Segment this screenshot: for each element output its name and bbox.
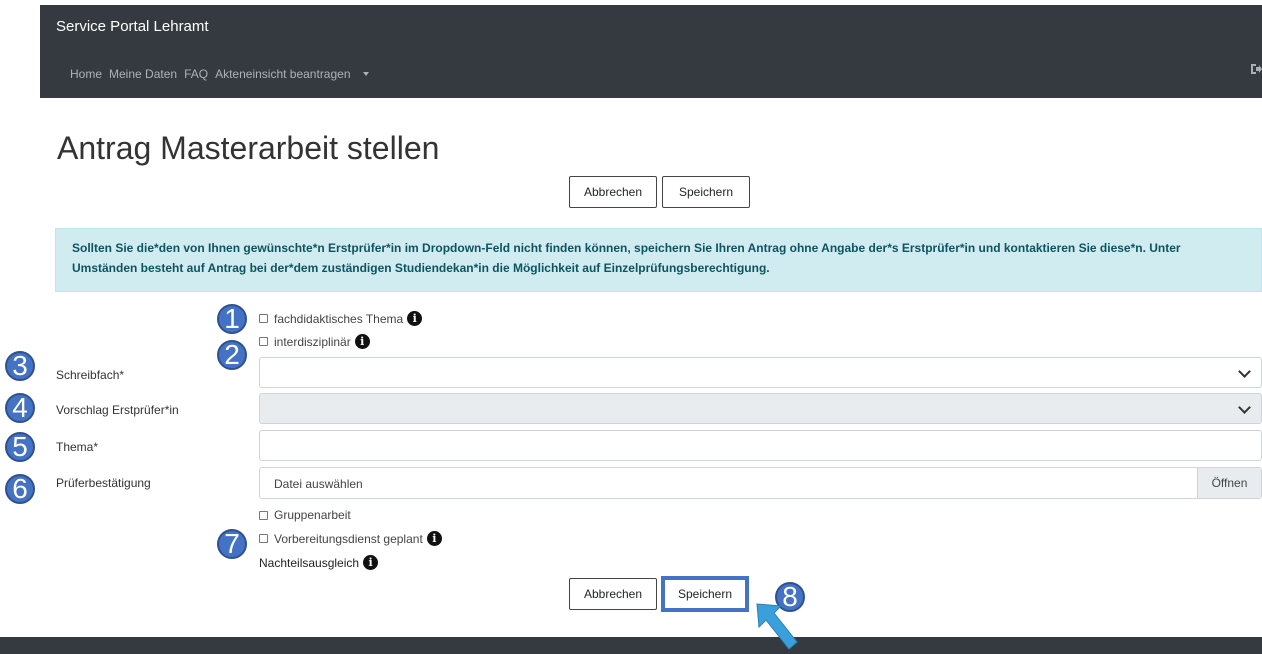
vorbereitungsdienst-checkbox-row[interactable]: Vorbereitungsdienst geplant i	[259, 531, 442, 546]
save-button-top[interactable]: Speichern	[662, 176, 750, 208]
top-navbar: Service Portal Lehramt Home Meine Daten …	[40, 5, 1262, 98]
pruefer-label: Prüferbestätigung	[56, 476, 151, 490]
erstpruefer-label: Vorschlag Erstprüfer*in	[56, 403, 179, 417]
cancel-button-bottom[interactable]: Abbrechen	[569, 578, 657, 610]
schreibfach-label: Schreibfach*	[56, 368, 125, 382]
chevron-down-icon	[1238, 365, 1251, 378]
interdisziplinaer-checkbox-row[interactable]: interdisziplinär i	[259, 334, 370, 349]
file-placeholder: Datei auswählen	[274, 477, 363, 491]
fachdidaktisch-checkbox[interactable]	[259, 314, 268, 323]
gruppenarbeit-checkbox-row[interactable]: Gruppenarbeit	[259, 508, 351, 522]
erstpruefer-select[interactable]	[259, 393, 1262, 424]
fachdidaktisch-label: fachdidaktisches Thema	[274, 311, 404, 326]
chevron-down-icon	[1238, 401, 1251, 414]
info-alert: Sollten Sie die*den von Ihnen gewünschte…	[55, 228, 1262, 292]
interdisziplinaer-label: interdisziplinär	[274, 334, 351, 349]
nav-home[interactable]: Home	[70, 67, 102, 81]
nav-meine-daten[interactable]: Meine Daten	[109, 67, 177, 81]
page-title: Antrag Masterarbeit stellen	[57, 130, 440, 166]
caret-down-icon	[362, 72, 369, 76]
gruppenarbeit-label: Gruppenarbeit	[274, 508, 351, 522]
nachteilsausgleich-label: Nachteilsausgleich	[259, 555, 360, 570]
file-open-button[interactable]: Öffnen	[1197, 468, 1261, 498]
gruppenarbeit-checkbox[interactable]	[259, 510, 268, 520]
arrow-icon	[756, 603, 798, 650]
annotation-marker-6: 6	[5, 474, 35, 504]
vorbereitungsdienst-label: Vorbereitungsdienst geplant	[274, 531, 423, 546]
annotation-marker-4: 4	[5, 393, 35, 423]
footer-bar	[0, 637, 1262, 654]
fachdidaktisch-checkbox-row[interactable]: fachdidaktisches Thema i	[259, 311, 423, 326]
annotation-marker-5: 5	[5, 432, 35, 462]
brand-title[interactable]: Service Portal Lehramt	[56, 18, 209, 35]
pruefer-file-input[interactable]: Datei auswählen Öffnen	[259, 467, 1262, 499]
info-icon[interactable]: i	[363, 555, 379, 570]
vorbereitungsdienst-checkbox[interactable]	[259, 534, 268, 543]
info-icon[interactable]: i	[407, 311, 423, 326]
annotation-marker-7: 7	[217, 529, 247, 559]
info-icon[interactable]: i	[354, 334, 370, 349]
main-nav: Home Meine Daten FAQ Akteneinsicht beant…	[70, 67, 376, 81]
nav-akteneinsicht[interactable]: Akteneinsicht beantragen	[215, 67, 369, 81]
sign-out-icon[interactable]	[1250, 63, 1262, 78]
annotation-marker-3: 3	[5, 351, 35, 381]
annotation-marker-1: 1	[217, 304, 247, 334]
schreibfach-select[interactable]	[259, 357, 1262, 388]
save-button-bottom[interactable]: Speichern	[661, 576, 749, 612]
nachteilsausgleich-row: Nachteilsausgleich i	[259, 555, 379, 570]
interdisziplinaer-checkbox[interactable]	[259, 337, 268, 346]
thema-input[interactable]	[259, 430, 1262, 461]
info-icon[interactable]: i	[426, 531, 442, 546]
cancel-button-top[interactable]: Abbrechen	[569, 176, 657, 208]
nav-faq[interactable]: FAQ	[184, 67, 208, 81]
thema-label: Thema*	[56, 440, 99, 454]
annotation-marker-2: 2	[217, 340, 247, 370]
